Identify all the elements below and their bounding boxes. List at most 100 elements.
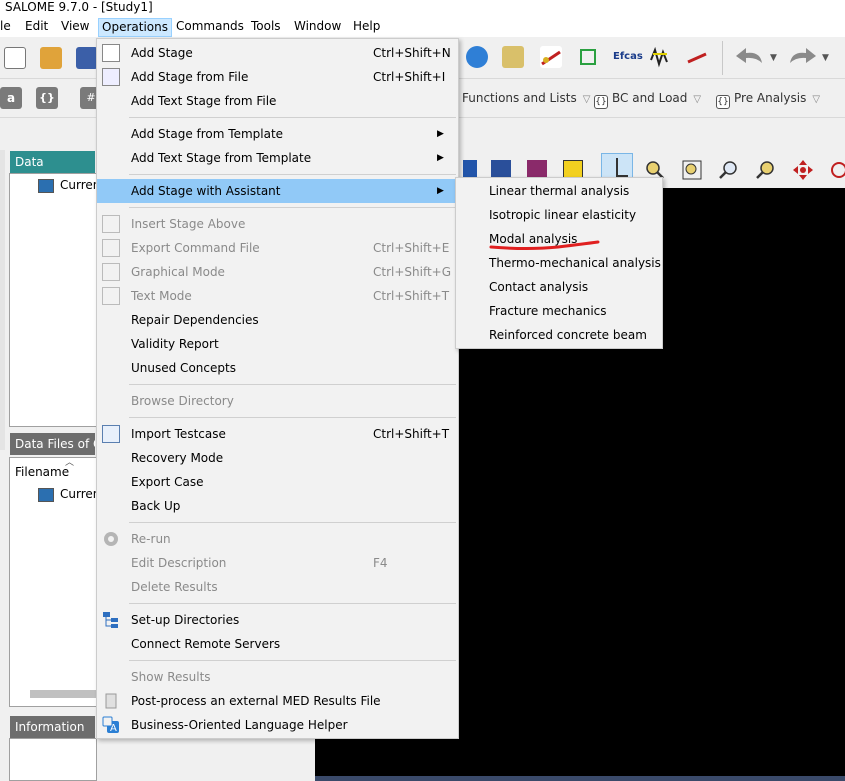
braces-icon: {} bbox=[594, 95, 608, 109]
menu-item-shortcut: Ctrl+Shift+N bbox=[373, 46, 451, 60]
menu-operations[interactable]: Operations bbox=[98, 18, 172, 37]
menu-item-label: Business-Oriented Language Helper bbox=[131, 718, 348, 732]
data-settings-tree[interactable]: Curren bbox=[9, 173, 100, 427]
graphical-mode-icon bbox=[102, 263, 120, 281]
data-settings-title: Data Settings bbox=[10, 151, 95, 191]
menu-item-graphical-mode[interactable]: Graphical Mode Ctrl+Shift+G bbox=[97, 260, 458, 284]
menu-item-add-text-stage-from-file[interactable]: Add Text Stage from File bbox=[97, 89, 458, 113]
pan-icon[interactable] bbox=[793, 160, 813, 180]
add-text-icon[interactable]: a bbox=[0, 87, 22, 109]
submenu-item-reinforced-concrete-beam[interactable]: Reinforced concrete beam bbox=[456, 323, 662, 347]
menu-item-post-process-med[interactable]: Post-process an external MED Results Fil… bbox=[97, 689, 458, 713]
pre-analysis-label: Pre Analysis bbox=[734, 91, 807, 105]
pre-analysis-dropdown[interactable]: {} Pre Analysis ▽ bbox=[716, 91, 820, 109]
left-vertical-tab-strip bbox=[0, 150, 5, 450]
submenu-arrow-icon: ▶ bbox=[437, 129, 444, 139]
new-document-icon[interactable] bbox=[4, 47, 26, 69]
submenu-item-contact-analysis[interactable]: Contact analysis bbox=[456, 275, 662, 299]
menu-item-add-stage-with-assistant[interactable]: Add Stage with Assistant ▶ bbox=[97, 179, 458, 203]
menu-item-export-case[interactable]: Export Case bbox=[97, 470, 458, 494]
menu-item-label: Unused Concepts bbox=[131, 361, 236, 375]
menu-item-add-stage-from-template[interactable]: Add Stage from Template ▶ bbox=[97, 122, 458, 146]
assistant-submenu: Linear thermal analysis Isotropic linear… bbox=[455, 177, 663, 349]
mesh-icon[interactable] bbox=[540, 46, 562, 68]
menu-item-add-stage[interactable]: Add Stage Ctrl+Shift+N bbox=[97, 41, 458, 65]
menu-help[interactable]: Help bbox=[353, 19, 380, 33]
post-process-icon bbox=[102, 692, 120, 710]
menu-item-edit-description[interactable]: Edit Description F4 bbox=[97, 551, 458, 575]
toolbar-separator bbox=[722, 41, 723, 75]
wave-icon[interactable] bbox=[649, 46, 671, 68]
menu-item-business-oriented-language-helper[interactable]: A Business-Oriented Language Helper bbox=[97, 713, 458, 737]
menu-tools[interactable]: Tools bbox=[251, 19, 281, 33]
add-braces-icon[interactable]: {} bbox=[36, 87, 58, 109]
menu-item-shortcut: Ctrl+Shift+G bbox=[373, 265, 452, 279]
window-title-bar: SALOME 9.7.0 - [Study1] bbox=[0, 0, 845, 17]
efcas-icon[interactable]: Efcas bbox=[613, 46, 643, 68]
menu-item-recovery-mode[interactable]: Recovery Mode bbox=[97, 446, 458, 470]
data-settings-item[interactable]: Curren bbox=[60, 178, 100, 192]
menu-item-insert-stage-above[interactable]: Insert Stage Above bbox=[97, 212, 458, 236]
menu-item-add-text-stage-from-template[interactable]: Add Text Stage from Template ▶ bbox=[97, 146, 458, 170]
menu-item-repair-dependencies[interactable]: Repair Dependencies bbox=[97, 308, 458, 332]
redo-icon[interactable] bbox=[786, 45, 816, 67]
scroll-icon[interactable] bbox=[502, 46, 524, 68]
menu-item-validity-report[interactable]: Validity Report bbox=[97, 332, 458, 356]
zoom-window-icon[interactable] bbox=[682, 160, 702, 180]
menu-item-shortcut: Ctrl+Shift+E bbox=[373, 241, 450, 255]
data-files-item[interactable]: Curren bbox=[60, 487, 100, 501]
tool-icon[interactable] bbox=[686, 46, 708, 68]
menu-item-shortcut: Ctrl+Shift+T bbox=[373, 427, 450, 441]
zoom-in-icon[interactable] bbox=[756, 160, 776, 180]
functions-and-lists-dropdown[interactable]: Functions and Lists ▽ bbox=[462, 91, 590, 105]
submenu-item-fracture-mechanics[interactable]: Fracture mechanics bbox=[456, 299, 662, 323]
submenu-item-linear-thermal[interactable]: Linear thermal analysis bbox=[456, 179, 662, 203]
braces-icon: {} bbox=[716, 95, 730, 109]
menu-item-label: Export Case bbox=[131, 475, 204, 489]
menu-item-unused-concepts[interactable]: Unused Concepts bbox=[97, 356, 458, 380]
menu-item-delete-results[interactable]: Delete Results bbox=[97, 575, 458, 599]
menu-item-re-run[interactable]: Re-run bbox=[97, 527, 458, 551]
menu-edit[interactable]: Edit bbox=[25, 19, 48, 33]
menu-separator bbox=[129, 207, 456, 208]
menu-item-connect-remote-servers[interactable]: Connect Remote Servers bbox=[97, 632, 458, 656]
menu-item-browse-directory[interactable]: Browse Directory bbox=[97, 389, 458, 413]
menu-item-text-mode[interactable]: Text Mode Ctrl+Shift+T bbox=[97, 284, 458, 308]
menu-commands[interactable]: Commands bbox=[176, 19, 244, 33]
rotate-icon[interactable] bbox=[829, 160, 845, 180]
filename-header[interactable]: Filename bbox=[15, 465, 69, 479]
import-testcase-icon bbox=[102, 425, 120, 443]
save-icon[interactable] bbox=[76, 47, 98, 69]
menu-item-label: Browse Directory bbox=[131, 394, 234, 408]
chevron-down-icon: ▽ bbox=[693, 94, 702, 105]
menu-item-add-stage-from-file[interactable]: Add Stage from File Ctrl+Shift+I bbox=[97, 65, 458, 89]
cube-icon[interactable] bbox=[577, 46, 599, 68]
menu-item-back-up[interactable]: Back Up bbox=[97, 494, 458, 518]
menu-item-label: Delete Results bbox=[131, 580, 218, 594]
menu-view[interactable]: View bbox=[61, 19, 89, 33]
menu-item-set-up-directories[interactable]: Set-up Directories bbox=[97, 608, 458, 632]
globe-icon[interactable] bbox=[466, 46, 488, 68]
menu-item-show-results[interactable]: Show Results bbox=[97, 665, 458, 689]
undo-dropdown-arrow[interactable]: ▼ bbox=[770, 53, 777, 63]
menu-window[interactable]: Window bbox=[294, 19, 341, 33]
information-panel bbox=[9, 738, 97, 781]
open-folder-icon[interactable] bbox=[40, 47, 62, 69]
menu-item-shortcut: F4 bbox=[373, 556, 388, 570]
data-files-tree[interactable]: ︿ Filename Curren bbox=[9, 457, 100, 707]
menu-item-shortcut: Ctrl+Shift+T bbox=[373, 289, 450, 303]
menu-file[interactable]: le bbox=[0, 19, 11, 33]
menu-item-label: Add Stage from Template bbox=[131, 127, 284, 141]
bc-and-load-dropdown[interactable]: {} BC and Load ▽ bbox=[594, 91, 701, 109]
menu-item-label: Add Stage bbox=[131, 46, 193, 60]
redo-dropdown-arrow[interactable]: ▼ bbox=[822, 53, 829, 63]
menu-item-export-command-file[interactable]: Export Command File Ctrl+Shift+E bbox=[97, 236, 458, 260]
zoom-icon[interactable] bbox=[719, 160, 739, 180]
submenu-item-thermo-mechanical[interactable]: Thermo-mechanical analysis bbox=[456, 251, 662, 275]
menu-item-import-testcase[interactable]: Import Testcase Ctrl+Shift+T bbox=[97, 422, 458, 446]
undo-icon[interactable] bbox=[734, 45, 762, 67]
menu-separator bbox=[129, 384, 456, 385]
submenu-item-isotropic-linear-elasticity[interactable]: Isotropic linear elasticity bbox=[456, 203, 662, 227]
submenu-arrow-icon: ▶ bbox=[437, 186, 444, 196]
horizontal-scrollbar[interactable] bbox=[30, 690, 96, 698]
